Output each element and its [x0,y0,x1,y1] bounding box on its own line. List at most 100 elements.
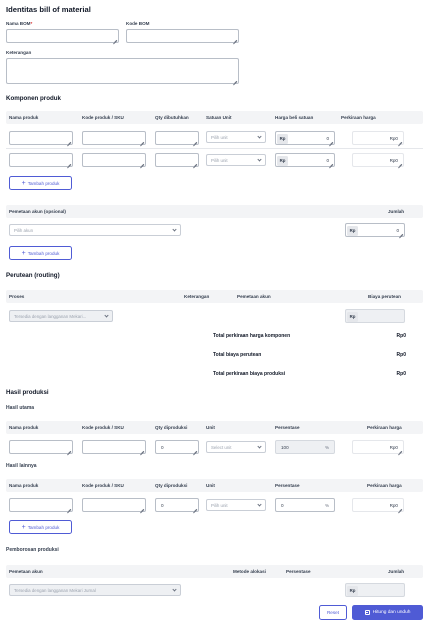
resize-handle-icon[interactable] [67,506,71,510]
kode-produk-field[interactable] [82,131,146,145]
currency-prefix: Rp [347,585,358,596]
estimate-field[interactable]: Rp0 [352,153,404,167]
add-hasil-button[interactable]: + Tambah produk [9,520,72,534]
resize-handle-icon[interactable] [193,506,197,510]
persentase-field[interactable]: 100 % [275,440,335,454]
pemetaan-table-header [6,205,423,218]
total-produksi-value: Rp0 [396,371,406,377]
biaya-perutean-field[interactable]: Rp [345,309,405,323]
col-unit: Unit [206,425,215,430]
resize-handle-icon[interactable] [193,448,197,452]
estimate-field[interactable]: Rp0 [352,131,404,145]
add-account-button[interactable]: + Tambah produk [9,246,72,260]
col-perkiraan-harga: Perkiraan harga [367,425,402,430]
chevron-down-icon [257,134,262,139]
resize-handle-icon[interactable] [140,506,144,510]
plus-icon: + [21,523,26,531]
chevron-down-icon [257,444,262,449]
resize-handle-icon[interactable] [113,37,117,41]
pemborosan-table-header [6,565,423,578]
nama-produk-field[interactable] [9,153,73,167]
col-proses: Proses [9,294,25,299]
section-title-perutean: Perutean (routing) [6,272,60,279]
qty-field[interactable] [155,153,199,167]
waste-amount-field[interactable]: Rp [345,583,405,597]
nama-produk-field[interactable] [9,498,73,512]
waste-account-select[interactable]: Tersedia dengan langganan Mekari Jurnal [9,584,181,596]
qty-field[interactable]: 0 [155,440,199,454]
nama-produk-field[interactable] [9,440,73,454]
col-nama-produk: Nama produk [9,425,39,430]
total-komponen-label: Total perkiraan harga komponen [213,333,291,339]
resize-handle-icon[interactable] [140,448,144,452]
resize-handle-icon[interactable] [233,78,237,82]
col-perkiraan-harga: Perkiraan harga [367,483,402,488]
kode-bom-label: Kode BOM [126,21,150,26]
reset-button[interactable]: Reset [319,605,347,620]
nama-bom-field[interactable] [6,29,119,43]
chevron-down-icon [257,157,262,162]
resize-handle-icon[interactable] [398,161,402,165]
col-nama-produk: Nama produk [9,115,39,120]
chevron-down-icon [104,313,109,318]
kode-produk-field[interactable] [82,153,146,167]
kode-bom-field[interactable] [126,29,239,43]
hasil-utama-title: Hasil utama [6,405,35,411]
resize-handle-icon[interactable] [398,506,402,510]
row-divider [6,148,423,149]
unit-select[interactable]: Pilih unit [206,499,266,511]
harga-field[interactable]: Rp 0 [275,131,335,145]
resize-handle-icon[interactable] [329,161,333,165]
harga-field[interactable]: Rp 0 [275,153,335,167]
col-qty-dibutuhkan: Qty dibutuhkan [155,115,189,120]
col-pemetaan-akun: Pemetaan akun (opsional) [9,209,66,214]
hasil-lainnya-title: Hasil lainnya [6,463,37,469]
col-unit: Unit [206,483,215,488]
resize-handle-icon[interactable] [398,139,402,143]
resize-handle-icon[interactable] [67,139,71,143]
percent-value: 100 [281,444,289,450]
col-qty-diproduksi: Qty diproduksi [155,425,188,430]
resize-handle-icon[interactable] [140,161,144,165]
total-perutean-value: Rp0 [396,352,406,358]
qty-field[interactable]: 0 [155,498,199,512]
jumlah-field[interactable]: Rp 0 [345,223,405,237]
unit-select[interactable]: Select unit [206,441,266,453]
currency-prefix: Rp [277,155,288,166]
kode-produk-field[interactable] [82,498,146,512]
nama-produk-field[interactable] [9,131,73,145]
resize-handle-icon[interactable] [140,139,144,143]
calculator-icon [364,609,370,616]
col-persentase: Persentase [275,425,300,430]
resize-handle-icon[interactable] [193,161,197,165]
kode-produk-field[interactable] [82,440,146,454]
col-satuan-unit: Satuan Unit [206,115,232,120]
add-product-button[interactable]: + Tambah produk [9,176,72,190]
resize-handle-icon[interactable] [193,139,197,143]
col-persentase: Persentase [275,483,300,488]
col-nama-produk: Nama produk [9,483,39,488]
unit-select[interactable]: Pilih unit [206,154,266,166]
process-select[interactable]: Tersedia dengan langganan Mekari... [9,310,113,322]
resize-handle-icon[interactable] [399,231,403,235]
qty-value: 0 [161,502,164,508]
account-select[interactable]: Pilih akun [9,224,181,236]
percent-value: 0 [281,502,284,508]
resize-handle-icon[interactable] [329,139,333,143]
section-title-hasil: Hasil produksi [6,389,49,396]
estimate-field[interactable]: Rp0 [352,498,404,512]
perutean-table-header [6,290,423,303]
resize-handle-icon[interactable] [67,161,71,165]
calculate-download-button[interactable]: Hitung dan unduh [352,605,423,620]
unit-select[interactable]: Pilih unit [206,131,266,143]
resize-handle-icon[interactable] [398,448,402,452]
keterangan-field[interactable] [6,58,239,84]
estimate-field[interactable]: Rp0 [352,440,404,454]
total-produksi-label: Total perkiraan biaya produksi [213,371,286,377]
resize-handle-icon[interactable] [233,37,237,41]
resize-handle-icon[interactable] [67,448,71,452]
persentase-field[interactable]: 0 % [275,498,335,512]
qty-field[interactable] [155,131,199,145]
col-perkiraan-harga: Perkiraan harga [341,115,376,120]
percent-sign: % [325,444,329,450]
